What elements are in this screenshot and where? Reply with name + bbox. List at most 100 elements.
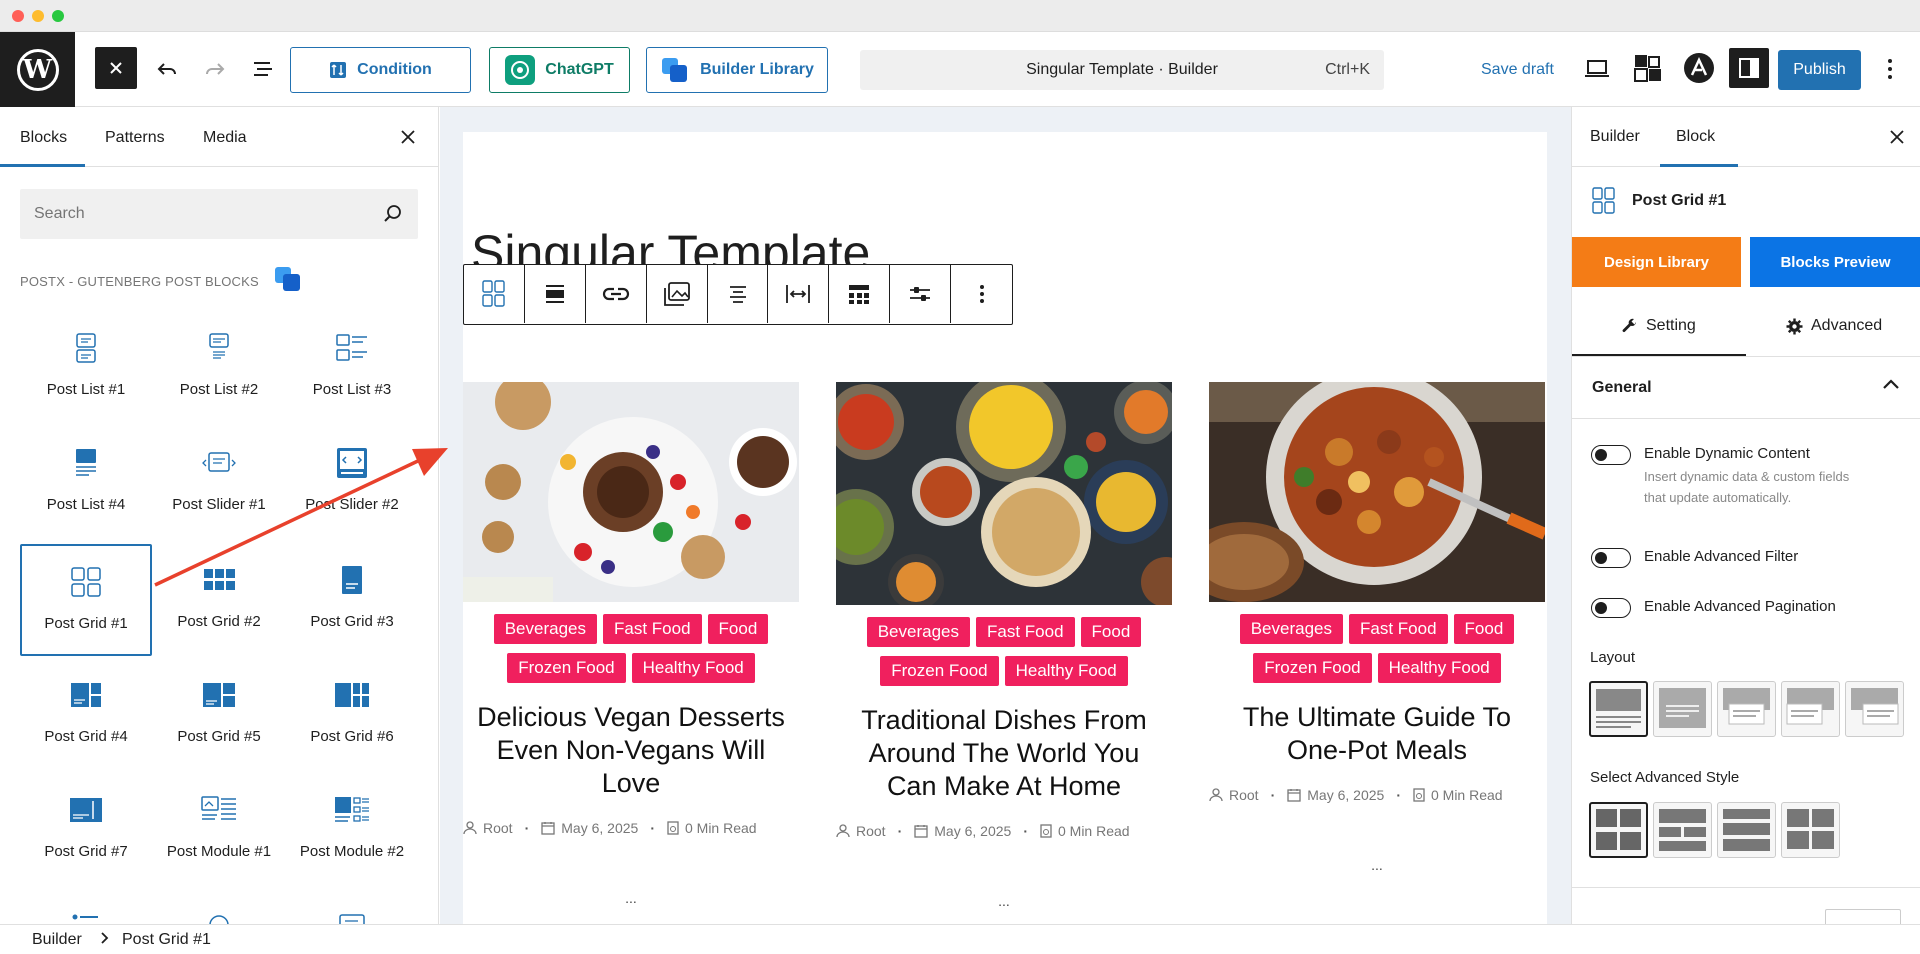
- layout-option-5[interactable]: [1845, 681, 1904, 737]
- width-icon[interactable]: [768, 265, 830, 323]
- dynamic-content-toggle[interactable]: [1591, 445, 1631, 465]
- wrench-icon: [1622, 318, 1636, 333]
- advanced-pagination-toggle[interactable]: [1591, 598, 1631, 618]
- redo-icon[interactable]: [198, 52, 232, 86]
- layout-option-3[interactable]: [1717, 681, 1776, 737]
- link-icon[interactable]: [586, 265, 647, 323]
- settings-sidebar-icon[interactable]: [1729, 48, 1769, 88]
- breadcrumb-current[interactable]: Post Grid #1: [122, 931, 211, 949]
- design-library-button[interactable]: Design Library: [1572, 237, 1741, 287]
- tab-advanced[interactable]: Advanced: [1786, 317, 1882, 335]
- condition-button[interactable]: Condition: [290, 47, 471, 93]
- block-post-grid-5[interactable]: Post Grid #5: [153, 659, 285, 771]
- undo-icon[interactable]: [150, 52, 184, 86]
- tag-badge[interactable]: Healthy Food: [631, 653, 755, 683]
- block-post-module-2[interactable]: Post Module #2: [286, 774, 418, 886]
- post-tags: Beverages Fast Food Food Frozen Food Hea…: [1209, 614, 1545, 683]
- tab-blocks[interactable]: Blocks: [20, 129, 67, 147]
- save-draft-button[interactable]: Save draft: [1481, 61, 1554, 79]
- tag-badge[interactable]: Healthy Food: [1004, 656, 1128, 686]
- block-post-list-4[interactable]: Post List #4: [20, 427, 152, 539]
- tag-badge[interactable]: Food: [707, 614, 769, 644]
- tag-badge[interactable]: Fast Food: [602, 614, 702, 644]
- style-book-icon[interactable]: [1630, 50, 1666, 86]
- post-grid-block-icon[interactable]: [464, 265, 525, 323]
- image-gallery-icon[interactable]: [647, 265, 708, 323]
- window-minimize-button[interactable]: [32, 10, 44, 22]
- tab-block[interactable]: Block: [1676, 128, 1715, 146]
- settings-sliders-icon[interactable]: [890, 265, 952, 323]
- post-title[interactable]: Delicious Vegan Desserts Even Non-Vegans…: [463, 701, 799, 800]
- astra-icon[interactable]: [1681, 50, 1717, 86]
- table-layout-icon[interactable]: [829, 265, 891, 323]
- close-settings-icon[interactable]: [1887, 127, 1907, 147]
- tag-badge[interactable]: Beverages: [493, 614, 597, 644]
- tag-badge[interactable]: Food: [1453, 614, 1515, 644]
- more-options-icon[interactable]: [1875, 52, 1905, 86]
- laptop-preview-icon[interactable]: [1580, 52, 1614, 86]
- tab-setting[interactable]: Setting: [1622, 317, 1696, 335]
- post-author[interactable]: Root: [1229, 787, 1259, 803]
- post-title[interactable]: Traditional Dishes From Around The World…: [836, 704, 1172, 803]
- one-pot-meal-image[interactable]: [1209, 382, 1545, 602]
- block-post-slider-1[interactable]: Post Slider #1: [153, 427, 285, 539]
- advanced-filter-toggle-row[interactable]: Enable Advanced Filter: [1591, 548, 1798, 568]
- tab-patterns[interactable]: Patterns: [105, 129, 165, 147]
- advanced-pagination-toggle-row[interactable]: Enable Advanced Pagination: [1591, 598, 1836, 618]
- layout-option-2[interactable]: [1653, 681, 1712, 737]
- search-icon[interactable]: [382, 203, 404, 230]
- tab-builder[interactable]: Builder: [1590, 128, 1640, 146]
- block-post-module-1[interactable]: Post Module #1: [153, 774, 285, 886]
- align-icon[interactable]: [525, 265, 586, 323]
- tag-badge[interactable]: Beverages: [866, 617, 970, 647]
- tag-badge[interactable]: Food: [1080, 617, 1142, 647]
- advanced-style-option-4[interactable]: [1781, 802, 1840, 858]
- advanced-style-option-3[interactable]: [1717, 802, 1776, 858]
- close-inserter-icon[interactable]: [398, 127, 418, 147]
- block-post-list-2[interactable]: Post List #2: [153, 312, 285, 424]
- advanced-style-option-1[interactable]: [1589, 802, 1648, 858]
- chatgpt-button[interactable]: ChatGPT: [489, 47, 630, 93]
- block-post-grid-4[interactable]: Post Grid #4: [20, 659, 152, 771]
- advanced-filter-toggle[interactable]: [1591, 548, 1631, 568]
- block-post-grid-1[interactable]: Post Grid #1: [20, 544, 152, 656]
- block-post-grid-6[interactable]: Post Grid #6: [286, 659, 418, 771]
- wordpress-logo[interactable]: W: [0, 32, 75, 107]
- tag-badge[interactable]: Frozen Food: [1253, 653, 1372, 683]
- vegan-desserts-image[interactable]: [463, 382, 799, 602]
- general-section-header[interactable]: General: [1572, 357, 1920, 419]
- window-maximize-button[interactable]: [52, 10, 64, 22]
- more-vertical-icon[interactable]: [951, 265, 1012, 323]
- layout-option-4[interactable]: [1781, 681, 1840, 737]
- tag-badge[interactable]: Frozen Food: [507, 653, 626, 683]
- tag-badge[interactable]: Beverages: [1239, 614, 1343, 644]
- dynamic-content-toggle-row[interactable]: Enable Dynamic Content Insert dynamic da…: [1591, 445, 1864, 508]
- tag-badge[interactable]: Frozen Food: [880, 656, 999, 686]
- block-post-grid-7[interactable]: Post Grid #7: [20, 774, 152, 886]
- post-author[interactable]: Root: [483, 820, 513, 836]
- publish-button[interactable]: Publish: [1778, 50, 1861, 90]
- text-align-icon[interactable]: [708, 265, 769, 323]
- advanced-style-option-2[interactable]: [1653, 802, 1712, 858]
- tab-media[interactable]: Media: [203, 129, 247, 147]
- block-post-list-3[interactable]: Post List #3: [286, 312, 418, 424]
- block-post-grid-3[interactable]: Post Grid #3: [286, 544, 418, 656]
- search-input[interactable]: [20, 189, 340, 239]
- builder-library-button[interactable]: Builder Library: [646, 47, 828, 93]
- window-close-button[interactable]: [12, 10, 24, 22]
- command-palette-bar[interactable]: Singular Template · Builder Ctrl+K: [860, 50, 1384, 90]
- layout-option-1[interactable]: [1589, 681, 1648, 737]
- traditional-dishes-image[interactable]: [836, 382, 1172, 605]
- tag-badge[interactable]: Healthy Food: [1377, 653, 1501, 683]
- blocks-preview-button[interactable]: Blocks Preview: [1750, 237, 1920, 287]
- tag-badge[interactable]: Fast Food: [975, 617, 1075, 647]
- block-post-list-1[interactable]: Post List #1: [20, 312, 152, 424]
- breadcrumb-root[interactable]: Builder: [32, 931, 82, 949]
- post-title[interactable]: The Ultimate Guide To One-Pot Meals: [1209, 701, 1545, 767]
- close-icon[interactable]: [95, 47, 137, 89]
- list-view-icon[interactable]: [246, 52, 280, 86]
- block-post-grid-2[interactable]: Post Grid #2: [153, 544, 285, 656]
- tag-badge[interactable]: Fast Food: [1348, 614, 1448, 644]
- post-author[interactable]: Root: [856, 823, 886, 839]
- block-post-slider-2[interactable]: Post Slider #2: [286, 427, 418, 539]
